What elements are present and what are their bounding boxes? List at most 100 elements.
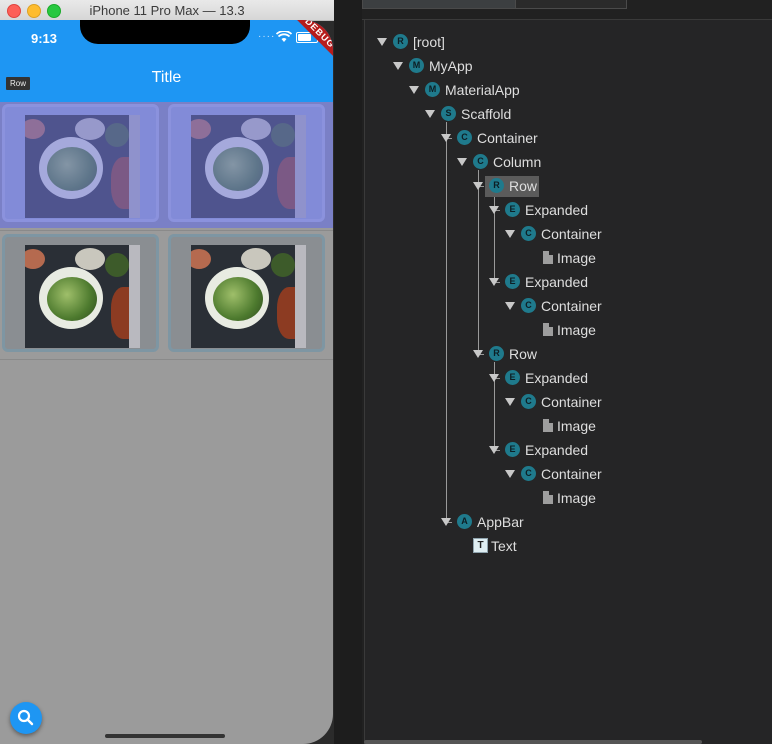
tree-node-label: Column (493, 154, 542, 170)
widget-badge-icon: E (505, 370, 520, 385)
widget-tree[interactable]: R [root] M MyApp M MaterialApp S Scaffold C Conta… (364, 20, 772, 744)
grid-cell[interactable] (0, 102, 163, 228)
expand-arrow-icon[interactable] (377, 38, 387, 46)
tree-node-label: Container (541, 466, 602, 482)
tree-node-label: Container (541, 226, 602, 242)
widget-badge-icon: S (441, 106, 456, 121)
expand-arrow-icon[interactable] (441, 134, 451, 142)
tree-node-label: Image (557, 490, 596, 506)
image-row-2[interactable] (0, 232, 333, 358)
tree-node-label: Row (509, 178, 538, 194)
widget-badge-icon: A (457, 514, 472, 529)
expand-arrow-icon[interactable] (505, 302, 515, 310)
inspector-tab-2[interactable] (515, 0, 627, 9)
expand-arrow-icon[interactable] (425, 110, 435, 118)
expand-arrow-icon[interactable] (505, 470, 515, 478)
widget-badge-icon: R (393, 34, 408, 49)
cell-container (168, 234, 325, 352)
widget-badge-icon: C (473, 154, 488, 169)
cell-container (2, 234, 159, 352)
row-divider (0, 230, 333, 231)
expand-arrow-icon[interactable] (505, 230, 515, 238)
tree-guide-line (446, 122, 447, 522)
app-title: Title (151, 69, 182, 86)
expand-arrow-icon[interactable] (409, 86, 419, 94)
grid-cell[interactable] (0, 232, 163, 358)
phone-notch (80, 20, 250, 44)
tree-node-label: Container (477, 130, 538, 146)
expand-arrow-icon[interactable] (441, 518, 451, 526)
home-indicator (105, 734, 225, 738)
grid-cell[interactable] (166, 102, 329, 228)
tree-guide-line (478, 170, 479, 354)
tree-node-label: MyApp (429, 58, 473, 74)
cell-container (168, 104, 325, 222)
tree-node-label: AppBar (477, 514, 524, 530)
food-image (191, 245, 306, 348)
app-bar: 9:13 ···· DEBUG Title Row (0, 20, 333, 102)
text-widget-icon: T (473, 538, 488, 553)
food-image (25, 245, 140, 348)
tree-node-label: Text (491, 538, 517, 554)
phone-screen: 9:13 ···· DEBUG Title Row (0, 20, 333, 744)
inspector-gutter (334, 0, 362, 744)
widget-badge-icon: R (489, 346, 504, 361)
widget-badge-icon: R (489, 178, 504, 193)
simulator-title: iPhone 11 Pro Max — 13.3 (89, 3, 245, 18)
widget-badge-icon: E (505, 202, 520, 217)
tree-node-label: Image (557, 418, 596, 434)
expand-arrow-icon[interactable] (457, 158, 467, 166)
tree-node-label: Expanded (525, 370, 589, 386)
image-grid (0, 102, 333, 360)
cell-container (2, 104, 159, 222)
tree-node-label: MaterialApp (445, 82, 520, 98)
expand-arrow-icon[interactable] (489, 278, 499, 286)
search-icon (17, 709, 34, 726)
widget-badge-icon: C (457, 130, 472, 145)
file-icon (543, 491, 553, 504)
tree-node-label: Container (541, 394, 602, 410)
inspector-tab-bar (362, 0, 772, 20)
tree-node-label: Image (557, 250, 596, 266)
inspector-tab-1[interactable] (362, 0, 516, 9)
tree-node-label: Container (541, 298, 602, 314)
expand-arrow-icon[interactable] (489, 206, 499, 214)
expand-arrow-icon[interactable] (473, 182, 483, 190)
widget-badge-icon: C (521, 394, 536, 409)
horizontal-scrollbar[interactable] (364, 740, 702, 744)
widget-badge-icon: C (521, 226, 536, 241)
tree-node-label: Expanded (525, 202, 589, 218)
debug-banner: DEBUG (283, 20, 333, 70)
widget-badge-icon: M (425, 82, 440, 97)
expand-arrow-icon[interactable] (489, 374, 499, 382)
status-time: 9:13 (31, 31, 58, 46)
food-image (191, 115, 306, 218)
row-divider (0, 359, 333, 360)
image-row-1[interactable] (0, 102, 333, 228)
wifi-icon (276, 31, 292, 42)
row-tooltip: Row (6, 77, 31, 90)
widget-badge-icon: C (521, 466, 536, 481)
file-icon (543, 419, 553, 432)
tree-node-label: [root] (413, 34, 445, 50)
expand-arrow-icon[interactable] (473, 350, 483, 358)
food-image (25, 115, 140, 218)
simulator-window: iPhone 11 Pro Max — 13.3 9:13 ···· DEBUG… (0, 0, 334, 744)
widget-badge-icon: M (409, 58, 424, 73)
widget-badge-icon: E (505, 274, 520, 289)
search-fab-button[interactable] (10, 702, 42, 734)
widget-badge-icon: E (505, 442, 520, 457)
file-icon (543, 251, 553, 264)
simulator-titlebar: iPhone 11 Pro Max — 13.3 (0, 0, 334, 21)
tree-node-label: Expanded (525, 442, 589, 458)
expand-arrow-icon[interactable] (505, 398, 515, 406)
tree-node-label: Row (509, 346, 538, 362)
signal-icon: ···· (258, 31, 276, 42)
file-icon (543, 323, 553, 336)
grid-cell[interactable] (166, 232, 329, 358)
expand-arrow-icon[interactable] (489, 446, 499, 454)
tree-node-label: Expanded (525, 274, 589, 290)
expand-arrow-icon[interactable] (393, 62, 403, 70)
widget-badge-icon: C (521, 298, 536, 313)
widget-inspector: R [root] M MyApp M MaterialApp S Scaffold C Conta… (334, 0, 772, 744)
